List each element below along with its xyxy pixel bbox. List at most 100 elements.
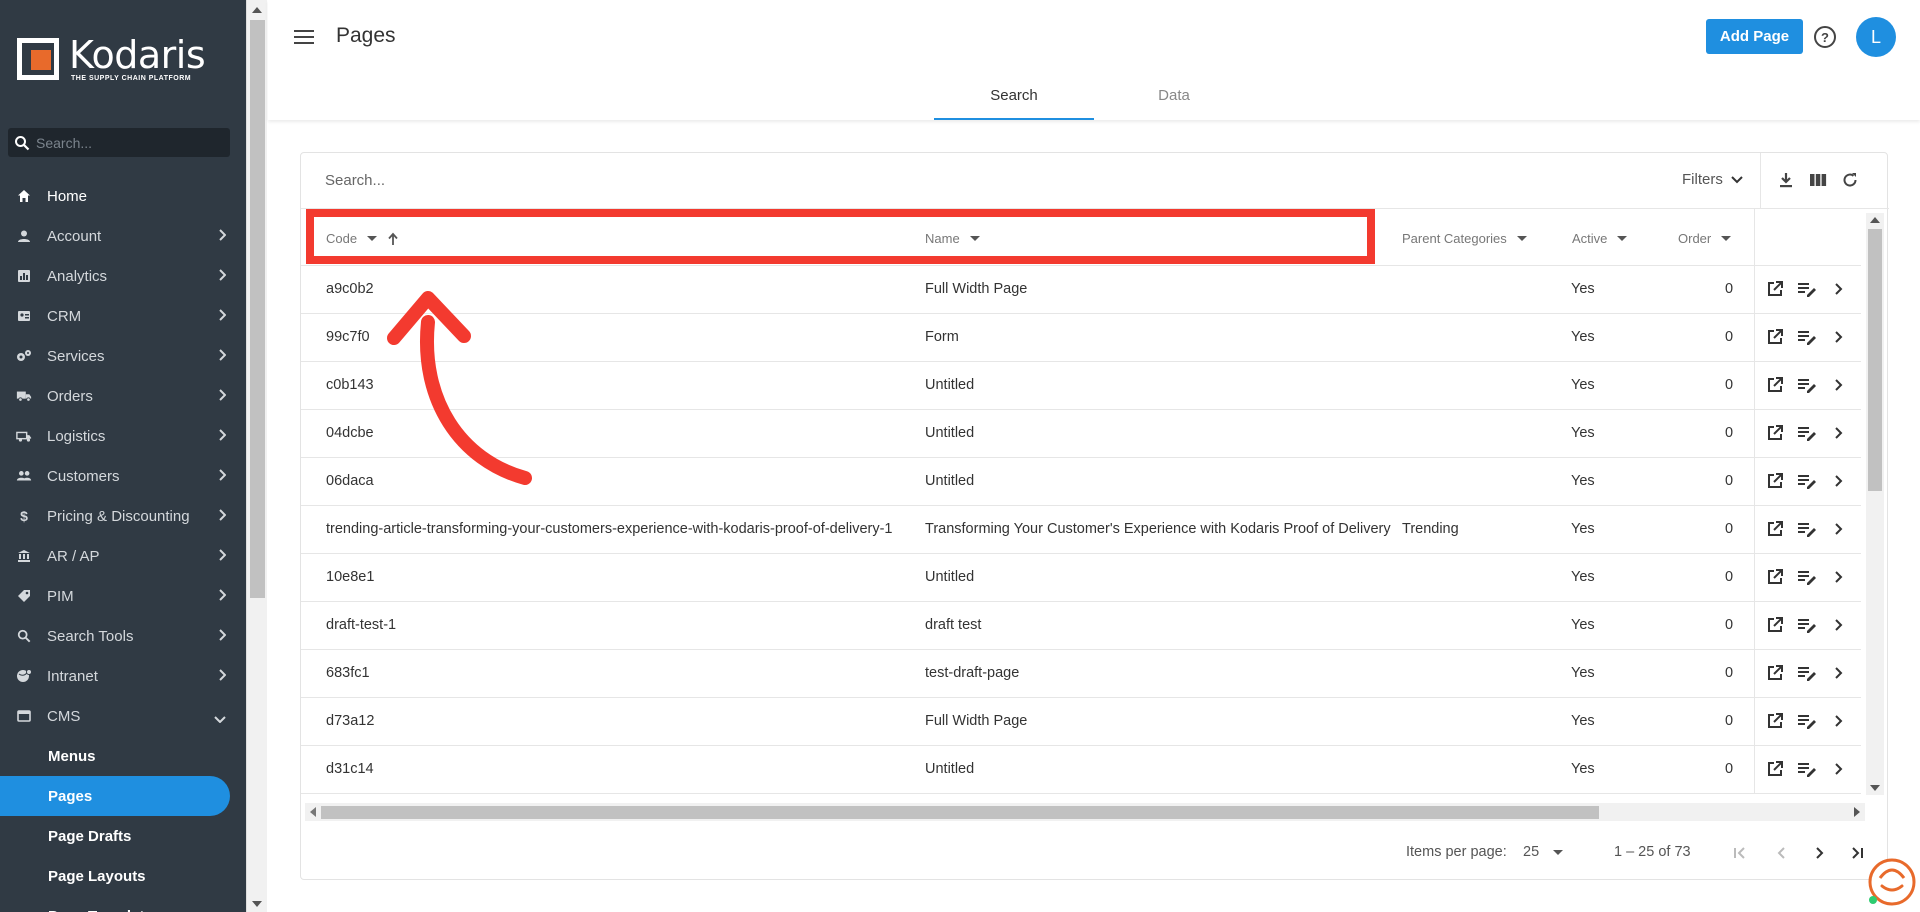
table-toolbar: Filters: [301, 153, 1889, 209]
column-header-order[interactable]: Order: [1678, 231, 1732, 246]
chevron-right-icon[interactable]: [1829, 471, 1849, 491]
caret-down-icon[interactable]: [1516, 236, 1527, 241]
open-external-icon[interactable]: [1765, 567, 1785, 587]
scroll-right-arrow-icon[interactable]: [1854, 807, 1860, 817]
table-row[interactable]: d31c14 Untitled Yes 0: [301, 746, 1861, 794]
chevron-right-icon[interactable]: [1829, 759, 1849, 779]
chevron-right-icon[interactable]: [1829, 663, 1849, 683]
table-horizontal-scrollbar[interactable]: [305, 803, 1865, 821]
table-row[interactable]: d73a12 Full Width Page Yes 0: [301, 698, 1861, 746]
refresh-icon[interactable]: [1841, 171, 1861, 191]
tab-search[interactable]: Search: [934, 80, 1094, 120]
user-avatar[interactable]: L: [1856, 17, 1896, 57]
scroll-left-arrow-icon[interactable]: [310, 807, 316, 817]
previous-page-icon[interactable]: [1770, 842, 1792, 864]
chevron-right-icon[interactable]: [1829, 423, 1849, 443]
edit-icon[interactable]: [1797, 615, 1817, 635]
sidebar-subitem-page-drafts[interactable]: Page Drafts: [0, 816, 246, 856]
edit-icon[interactable]: [1797, 567, 1817, 587]
add-page-button[interactable]: Add Page: [1706, 19, 1803, 54]
page-header: Pages Add Page ? L Search Data: [268, 0, 1920, 120]
open-external-icon[interactable]: [1765, 759, 1785, 779]
tab-data[interactable]: Data: [1094, 80, 1254, 120]
caret-down-icon[interactable]: [1617, 236, 1628, 241]
column-header-parent-categories[interactable]: Parent Categories: [1402, 231, 1527, 246]
chevron-right-icon[interactable]: [1829, 375, 1849, 395]
scroll-down-arrow-icon[interactable]: [252, 901, 262, 907]
chevron-right-icon[interactable]: [1829, 615, 1849, 635]
open-external-icon[interactable]: [1765, 423, 1785, 443]
sidebar-item-customers[interactable]: Customers: [0, 456, 246, 496]
chevron-right-icon[interactable]: [1829, 711, 1849, 731]
kodaris-logo[interactable]: Kodaris THE SUPPLY CHAIN PLATFORM: [17, 36, 206, 82]
open-external-icon[interactable]: [1765, 375, 1785, 395]
sidebar-item-cms[interactable]: CMS: [0, 696, 246, 736]
open-external-icon[interactable]: [1765, 327, 1785, 347]
sidebar-item-account[interactable]: Account: [0, 216, 246, 256]
edit-icon[interactable]: [1797, 423, 1817, 443]
chevron-right-icon[interactable]: [1829, 567, 1849, 587]
sidebar-item-intranet[interactable]: Intranet: [0, 656, 246, 696]
cell-name: Full Width Page: [925, 281, 1028, 297]
edit-icon[interactable]: [1797, 375, 1817, 395]
sidebar-scrollbar[interactable]: [246, 0, 267, 912]
scroll-up-arrow-icon[interactable]: [1870, 217, 1880, 223]
sidebar-item-services[interactable]: Services: [0, 336, 246, 376]
filters-dropdown[interactable]: Filters: [1682, 171, 1743, 188]
table-row[interactable]: 683fc1 test-draft-page Yes 0: [301, 650, 1861, 698]
open-external-icon[interactable]: [1765, 663, 1785, 683]
edit-icon[interactable]: [1797, 327, 1817, 347]
sidebar-item-pricing-discounting[interactable]: $ Pricing & Discounting: [0, 496, 246, 536]
sidebar-item-analytics[interactable]: Analytics: [0, 256, 246, 296]
scroll-up-arrow-icon[interactable]: [252, 7, 262, 13]
sidebar-subitem-pages[interactable]: Pages: [0, 776, 230, 816]
edit-icon[interactable]: [1797, 711, 1817, 731]
open-external-icon[interactable]: [1765, 615, 1785, 635]
download-icon[interactable]: [1777, 171, 1797, 191]
sidebar-subitem-page-layouts[interactable]: Page Layouts: [0, 856, 246, 896]
horizontal-scroll-thumb[interactable]: [321, 806, 1599, 819]
open-external-icon[interactable]: [1765, 519, 1785, 539]
open-external-icon[interactable]: [1765, 279, 1785, 299]
table-row[interactable]: trending-article-transforming-your-custo…: [301, 506, 1861, 554]
next-page-icon[interactable]: [1809, 842, 1831, 864]
sidebar-search-input[interactable]: [36, 134, 216, 151]
search-icon: [8, 135, 36, 151]
table-row[interactable]: 10e8e1 Untitled Yes 0: [301, 554, 1861, 602]
table-row[interactable]: draft-test-1 draft test Yes 0: [301, 602, 1861, 650]
sidebar-scroll-thumb[interactable]: [250, 20, 265, 598]
scroll-down-arrow-icon[interactable]: [1870, 785, 1880, 791]
hamburger-menu-icon[interactable]: [292, 27, 316, 47]
chat-support-icon[interactable]: [1864, 856, 1916, 908]
chevron-right-icon[interactable]: [1829, 327, 1849, 347]
sidebar-item-orders[interactable]: Orders: [0, 376, 246, 416]
chevron-right-icon[interactable]: [1829, 279, 1849, 299]
edit-icon[interactable]: [1797, 471, 1817, 491]
open-external-icon[interactable]: [1765, 711, 1785, 731]
items-per-page-select[interactable]: 25: [1523, 844, 1564, 860]
caret-down-icon[interactable]: [1721, 236, 1732, 241]
sidebar-item-search-tools[interactable]: Search Tools: [0, 616, 246, 656]
sidebar-subitem-menus[interactable]: Menus: [0, 736, 246, 776]
help-icon[interactable]: ?: [1814, 26, 1836, 48]
edit-icon[interactable]: [1797, 519, 1817, 539]
account-icon: [16, 228, 32, 244]
chevron-right-icon[interactable]: [1829, 519, 1849, 539]
sidebar-item-home[interactable]: Home: [0, 176, 246, 216]
sidebar-item-logistics[interactable]: Logistics: [0, 416, 246, 456]
sidebar-item-pim[interactable]: PIM: [0, 576, 246, 616]
columns-icon[interactable]: [1809, 171, 1829, 191]
sidebar-subitem-page-templates[interactable]: Page Templates: [0, 896, 246, 912]
edit-icon[interactable]: [1797, 663, 1817, 683]
edit-icon[interactable]: [1797, 759, 1817, 779]
open-external-icon[interactable]: [1765, 471, 1785, 491]
items-per-page-label: Items per page:: [1406, 844, 1507, 860]
vertical-scroll-thumb[interactable]: [1868, 229, 1882, 491]
table-search-input[interactable]: [325, 172, 925, 189]
column-header-active[interactable]: Active: [1572, 231, 1628, 246]
sidebar-item-crm[interactable]: CRM: [0, 296, 246, 336]
table-vertical-scrollbar[interactable]: [1866, 213, 1884, 795]
edit-icon[interactable]: [1797, 279, 1817, 299]
sidebar-item-ar-ap[interactable]: AR / AP: [0, 536, 246, 576]
first-page-icon[interactable]: [1729, 842, 1751, 864]
